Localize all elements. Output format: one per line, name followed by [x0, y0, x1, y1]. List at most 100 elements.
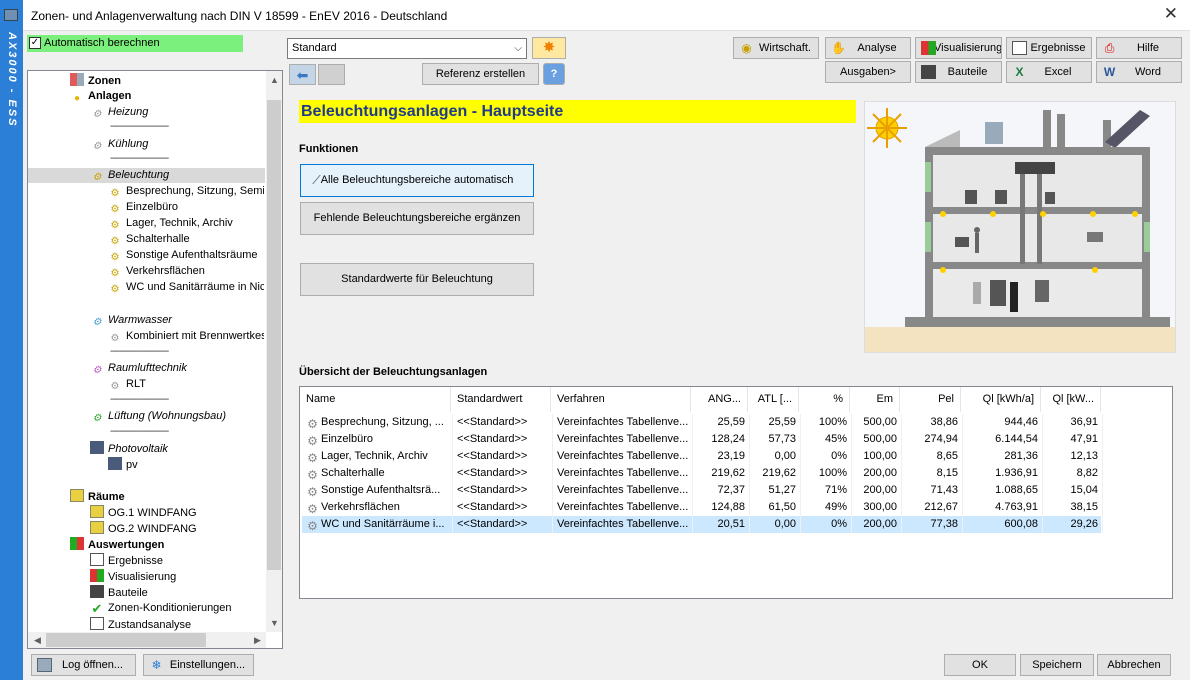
table-cell: 600,08: [963, 516, 1043, 533]
tree-item-warmwasser[interactable]: ⚙ Warmwasser: [90, 313, 172, 328]
table-row[interactable]: ⚙ Einzelbüro <<Standard>> Vereinfachtes Tab…: [302, 431, 1103, 448]
ergebnisse-button[interactable]: Ergebnisse: [1006, 37, 1092, 59]
ok-button[interactable]: OK: [944, 654, 1016, 676]
cancel-button[interactable]: Abbrechen: [1097, 654, 1171, 676]
arrow-left-icon: ⬅: [296, 67, 309, 83]
tree-item-lueftung[interactable]: ⚙ Lüftung (Wohnungsbau): [90, 409, 227, 424]
tree-item-anlagen[interactable]: ● Anlagen: [70, 89, 131, 104]
table-cell: 45%: [801, 431, 852, 448]
table-row[interactable]: ⚙ Sonstige Aufenthaltsrä... <<Standard>> Ve…: [302, 482, 1103, 499]
settings-button[interactable]: ❄ Einstellungen...: [143, 654, 254, 676]
add-missing-button[interactable]: Fehlende Beleuchtungsbereiche ergänzen: [300, 202, 534, 235]
table-cell: 219,62: [750, 465, 801, 482]
tree-item-heizung[interactable]: ⚙ Heizung: [90, 105, 149, 120]
tree-item-lighting-area[interactable]: ⚙ Verkehrsflächen: [108, 264, 264, 279]
word-button[interactable]: W Word: [1096, 61, 1182, 83]
tree-item-zonen[interactable]: Zonen: [70, 73, 121, 88]
auto-lighting-button[interactable]: ⟋ Alle Beleuchtungsbereiche automatisch: [300, 164, 534, 197]
auto-calc-checkbox[interactable]: ✓ Automatisch berechnen: [27, 35, 243, 52]
tree-item-room-2[interactable]: OG.2 WINDFANG: [90, 521, 197, 536]
new-variant-button[interactable]: ✸: [532, 37, 566, 59]
tree-item-visualisierung[interactable]: Visualisierung: [90, 569, 176, 584]
gear-icon: ⚙: [92, 141, 102, 152]
tree-item-lighting-area[interactable]: ⚙ Sonstige Aufenthaltsräume: [108, 248, 264, 263]
ausgaben-button[interactable]: Ausgaben>: [825, 61, 911, 83]
table-cell: 0,00: [750, 516, 801, 533]
tree-item-raumluft[interactable]: ⚙ Raumlufttechnik: [90, 361, 187, 376]
save-button[interactable]: Speichern: [1020, 654, 1094, 676]
scroll-left-icon[interactable]: ◀: [34, 634, 41, 646]
close-icon[interactable]: ✕: [1164, 5, 1178, 23]
tree-item-beleuchtung[interactable]: ⚙ Beleuchtung: [90, 168, 170, 183]
coins-icon: ◉: [741, 41, 752, 55]
table-cell: 219,62: [693, 465, 750, 482]
column-header[interactable]: Name: [300, 387, 451, 412]
tree-item-photovoltaik[interactable]: Photovoltaik: [90, 441, 168, 456]
column-header[interactable]: Ql [kW...: [1041, 387, 1101, 412]
tree-item-konditionierungen[interactable]: ✔ Zonen-Konditionierungen: [90, 601, 232, 616]
tree-item-lighting-area[interactable]: ⚙ WC und Sanitärräume in Nic: [108, 280, 264, 295]
table-cell: Vereinfachtes Tabellenve...: [553, 431, 693, 448]
hand-icon: ✋: [831, 41, 846, 55]
tree-item-auswertungen[interactable]: Auswertungen: [70, 537, 164, 552]
scroll-down-icon[interactable]: ▼: [270, 617, 279, 629]
tree-item-bauteile[interactable]: Bauteile: [90, 585, 148, 600]
column-header[interactable]: Pel: [900, 387, 961, 412]
table-row[interactable]: ⚙ Schalterhalle <<Standard>> Vereinfachtes …: [302, 465, 1103, 482]
chart-icon: [921, 41, 936, 55]
tree-item-room-1[interactable]: OG.1 WINDFANG: [90, 505, 197, 520]
open-log-button[interactable]: Log öffnen...: [31, 654, 136, 676]
table-cell: 20,51: [693, 516, 750, 533]
building-illustration: [864, 101, 1176, 353]
excel-button[interactable]: X Excel: [1006, 61, 1092, 83]
tree-hscroll-thumb[interactable]: [46, 633, 206, 647]
visualisierung-button[interactable]: Visualisierung: [915, 37, 1002, 59]
wirtschaft-button[interactable]: ◉ Wirtschaft.: [733, 37, 819, 59]
tree-item-kuehlung[interactable]: ⚙ Kühlung: [90, 137, 149, 152]
lighting-table[interactable]: Name Standardwert Verfahren ANG... ATL [...%…: [299, 386, 1173, 599]
column-header[interactable]: Verfahren: [551, 387, 691, 412]
forward-button[interactable]: [318, 64, 345, 85]
analyse-button[interactable]: ✋ Analyse: [825, 37, 911, 59]
column-header[interactable]: ANG...: [691, 387, 748, 412]
table-row[interactable]: ⚙ WC und Sanitärräume i... <<Standard>> Ver…: [302, 516, 1103, 533]
table-cell: 281,36: [963, 448, 1043, 465]
variant-select[interactable]: Standard ⌵: [287, 38, 527, 59]
hilfe-button[interactable]: ⎙ Hilfe: [1096, 37, 1182, 59]
gear-icon: ⚙: [110, 284, 120, 295]
column-header[interactable]: Standardwert: [451, 387, 551, 412]
tree-item-rlt[interactable]: ⚙ RLT: [108, 377, 146, 392]
tree-item-pv[interactable]: pv: [108, 457, 138, 472]
table-cell: ⚙ Besprechung, Sitzung, ...: [302, 414, 453, 431]
referenz-button[interactable]: Referenz erstellen: [422, 63, 539, 85]
tree-item-lighting-area[interactable]: ⚙ Schalterhalle: [108, 232, 264, 247]
table-cell: 124,88: [693, 499, 750, 516]
tree-item-zustandsanalyse[interactable]: Zustandsanalyse: [90, 617, 191, 632]
tree-item-lighting-area[interactable]: ⚙ Lager, Technik, Archiv: [108, 216, 264, 231]
checkbox-icon[interactable]: ✓: [29, 37, 41, 49]
column-header[interactable]: Ql [kWh/a]: [961, 387, 1041, 412]
scroll-up-icon[interactable]: ▲: [270, 74, 279, 86]
column-header[interactable]: %: [799, 387, 850, 412]
default-values-button[interactable]: Standardwerte für Beleuchtung: [300, 263, 534, 296]
column-header[interactable]: ATL [...: [748, 387, 799, 412]
column-header[interactable]: Em: [850, 387, 900, 412]
bauteile-button[interactable]: Bauteile: [915, 61, 1002, 83]
tree-item-lighting-area[interactable]: ⚙ Besprechung, Sitzung, Semi: [108, 184, 264, 199]
help-question-button[interactable]: ?: [543, 63, 565, 85]
tree-scroll-thumb[interactable]: [267, 100, 281, 570]
tree-item-raeume[interactable]: Räume: [70, 489, 125, 504]
scroll-right-icon[interactable]: ▶: [254, 634, 261, 646]
star-icon: ✸: [542, 39, 556, 56]
table-cell: <<Standard>>: [453, 482, 553, 499]
tree-separator: -------------------------: [110, 348, 169, 357]
table-cell: 23,19: [693, 448, 750, 465]
table-row[interactable]: ⚙ Verkehrsflächen <<Standard>> Vereinfachte…: [302, 499, 1103, 516]
back-button[interactable]: ⬅: [289, 64, 316, 85]
chevron-down-icon[interactable]: ⌵: [514, 39, 522, 58]
tree-item-lighting-area[interactable]: ⚙ Einzelbüro: [108, 200, 264, 215]
table-row[interactable]: ⚙ Lager, Technik, Archiv <<Standard>> Verei…: [302, 448, 1103, 465]
table-row[interactable]: ⚙ Besprechung, Sitzung, ... <<Standard>> Ve…: [302, 414, 1103, 431]
tree-item-ergebnisse[interactable]: Ergebnisse: [90, 553, 163, 568]
tree-item-warmwasser-child[interactable]: ⚙ Kombiniert mit Brennwertkes: [108, 329, 264, 344]
